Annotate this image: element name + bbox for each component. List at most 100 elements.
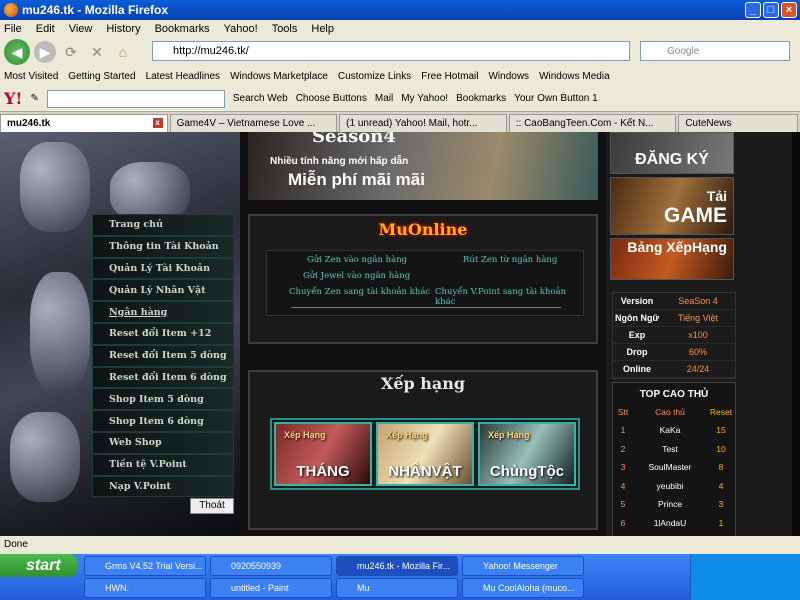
yahoo-choose-buttons[interactable]: Choose Buttons xyxy=(296,93,367,104)
taskbar-item[interactable]: Yahoo! Messenger xyxy=(462,556,584,576)
start-button[interactable]: start xyxy=(0,554,78,577)
table-row: 1 KaKa 15 xyxy=(613,421,735,440)
menu-account-info[interactable]: Thông tin Tài Khoản xyxy=(92,235,234,258)
menu-reset-item-12[interactable]: Reset đổi Item +12 xyxy=(92,322,234,345)
info-row: Drop 60% xyxy=(613,344,735,361)
yahoo-own-button[interactable]: Your Own Button 1 xyxy=(514,93,598,104)
link-transfer-zen[interactable]: Chuyển Zen sang tài khoản khác xyxy=(289,287,430,297)
menu-bank[interactable]: Ngân hàng xyxy=(92,301,234,323)
cell: Prince xyxy=(657,499,683,510)
rank-race-image[interactable]: Xếp Hạng ChủngTộc xyxy=(478,422,576,486)
bookmarks-toolbar: Most Visited Getting Started Latest Head… xyxy=(0,67,800,86)
yahoo-search-input[interactable] xyxy=(46,89,225,108)
bookmark-item[interactable]: Windows Marketplace xyxy=(230,71,328,82)
rank-character-image[interactable]: Xếp Hạng NHÂNVẬT xyxy=(376,422,474,486)
close-tab-icon[interactable]: x xyxy=(152,118,163,128)
back-button[interactable]: ◀ xyxy=(4,39,30,65)
taskbar-item[interactable]: Mu xyxy=(336,578,458,598)
tab-cutenews[interactable]: CuteNews xyxy=(678,114,799,132)
cell: 15 xyxy=(716,425,726,436)
cell: SoulMaster xyxy=(648,462,692,473)
reload-icon[interactable]: ⟳ xyxy=(60,41,82,63)
yahoo-search-web[interactable]: Search Web xyxy=(233,93,288,104)
menu-reset-item-6[interactable]: Reset đổi Item 6 dòng xyxy=(92,366,234,389)
bookmark-item[interactable]: Windows Media xyxy=(539,71,610,82)
tab-label: Game4V – Vietnamese Love ... xyxy=(176,118,316,129)
cell: 4 xyxy=(620,480,626,491)
rank-label-small: Xếp Hạng xyxy=(488,430,530,440)
minimize-button[interactable]: _ xyxy=(745,2,761,18)
register-button[interactable]: ĐĂNG KÝ xyxy=(610,132,734,174)
logout-button[interactable]: Thoát xyxy=(190,498,234,514)
menu-account-manage[interactable]: Quản Lý Tài Khoản xyxy=(92,257,234,280)
close-button[interactable]: × xyxy=(781,2,797,18)
rank-month-image[interactable]: Xếp Hạng THÁNG xyxy=(274,422,372,486)
taskbar-item[interactable]: HWN. xyxy=(84,578,206,598)
info-value: 60% xyxy=(688,347,707,357)
menu-shop-item-5[interactable]: Shop Item 5 dòng xyxy=(92,388,234,411)
tab-caobangteen[interactable]: :: CaoBangTeen.Com - Kết N... xyxy=(508,114,677,132)
rank-label-big: NHÂNVẬT xyxy=(388,463,462,480)
yahoo-bookmarks[interactable]: Bookmarks xyxy=(456,93,506,104)
tab-yahoo-mail[interactable]: (1 unread) Yahoo! Mail, hotr... xyxy=(339,114,507,132)
page-content: Trang chủ Thông tin Tài Khoản Quản Lý Tà… xyxy=(0,132,800,536)
info-value: 24/24 xyxy=(686,364,710,374)
taskbar-item-active[interactable]: mu246.tk - Mozilla Fir... xyxy=(336,556,458,576)
ranking-button[interactable]: Bảng XếpHạng xyxy=(610,238,734,280)
menu-history[interactable]: History xyxy=(106,23,140,35)
bookmark-item[interactable]: Latest Headlines xyxy=(146,71,221,82)
menu-shop-item-6[interactable]: Shop Item 6 dòng xyxy=(92,410,234,432)
tab-game4v[interactable]: Game4V – Vietnamese Love ... xyxy=(169,114,338,132)
menu-character-manage[interactable]: Quản Lý Nhân Vật xyxy=(92,279,234,302)
link-deposit-zen[interactable]: Gửi Zen vào ngân hàng xyxy=(307,255,407,265)
link-withdraw-zen[interactable]: Rút Zen từ ngân hàng xyxy=(463,255,557,265)
home-icon[interactable]: ⌂ xyxy=(112,41,134,63)
bookmark-item[interactable]: Windows xyxy=(488,71,529,82)
stop-icon[interactable]: ✕ xyxy=(86,41,108,63)
menu-file[interactable]: File xyxy=(4,23,22,35)
info-value: x100 xyxy=(688,330,708,340)
link-deposit-jewel[interactable]: Gửi Jewel vào ngân hàng xyxy=(303,271,410,281)
yahoo-mail[interactable]: Mail xyxy=(375,93,393,104)
yahoo-toolbar: Y! ✎ Search Web Choose Buttons Mail My Y… xyxy=(0,86,800,112)
menu-vpoint-topup[interactable]: Nạp V.Point xyxy=(92,475,234,498)
download-game-button[interactable]: Tải GAME xyxy=(610,177,734,235)
menu-vpoint-currency[interactable]: Tiền tệ V.Point xyxy=(92,453,234,476)
bookmark-item[interactable]: Getting Started xyxy=(68,71,135,82)
search-placeholder: Google xyxy=(667,45,700,57)
menu-view[interactable]: View xyxy=(69,23,93,35)
menu-home[interactable]: Trang chủ xyxy=(92,214,234,236)
menu-tools[interactable]: Tools xyxy=(272,23,298,35)
link-transfer-vpoint[interactable]: Chuyển V.Point sang tài khoản khác xyxy=(435,287,583,307)
tab-mu246[interactable]: mu246.tk x xyxy=(0,114,168,132)
url-bar[interactable]: http://mu246.tk/ xyxy=(152,41,630,61)
menu-web-shop[interactable]: Web Shop xyxy=(92,431,234,454)
taskbar-item[interactable]: 0920550939 xyxy=(210,556,332,576)
cell: yeubibi xyxy=(656,480,684,491)
menu-bookmarks[interactable]: Bookmarks xyxy=(155,23,210,35)
yahoo-logo-icon[interactable]: Y! xyxy=(4,89,22,108)
scrollbar[interactable] xyxy=(792,132,800,536)
navigation-toolbar: ◀ ▶ ⟳ ✕ ⌂ http://mu246.tk/ Google xyxy=(0,37,800,67)
cell: 10 xyxy=(716,443,726,454)
taskbar-item[interactable]: Mu CoolAloha (muco... xyxy=(462,578,584,598)
forward-button[interactable]: ▶ xyxy=(34,41,56,63)
pencil-icon[interactable]: ✎ xyxy=(30,93,38,104)
menu-yahoo[interactable]: Yahoo! xyxy=(224,23,258,35)
menu-reset-item-5[interactable]: Reset đổi Item 5 dòng xyxy=(92,344,234,367)
yahoo-my-yahoo[interactable]: My Yahoo! xyxy=(401,93,448,104)
cell: 1 xyxy=(718,517,724,528)
bookmark-item[interactable]: Most Visited xyxy=(4,71,58,82)
bookmark-item[interactable]: Customize Links xyxy=(338,71,411,82)
bookmark-item[interactable]: Free Hotmail xyxy=(421,71,478,82)
taskbar-item[interactable]: untitled - Paint xyxy=(210,578,332,598)
menu-help[interactable]: Help xyxy=(311,23,334,35)
search-input[interactable]: Google xyxy=(640,41,790,61)
menu-edit[interactable]: Edit xyxy=(36,23,55,35)
top-players-header: Stt Cao thủ Reset xyxy=(613,407,735,421)
url-text: http://mu246.tk/ xyxy=(173,45,249,57)
cell: 3 xyxy=(718,499,724,510)
info-value: SeaSon 4 xyxy=(678,296,718,306)
maximize-button[interactable]: □ xyxy=(763,2,779,18)
taskbar-item[interactable]: Grms V4.52 Trial Versi... xyxy=(84,556,206,576)
